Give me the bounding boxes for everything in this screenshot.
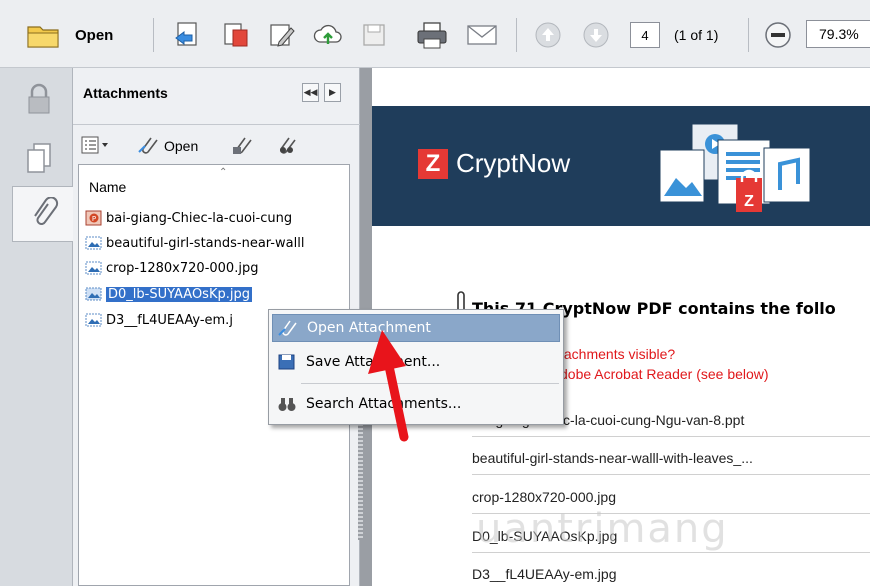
notice-line-1: tachments visible? [560,346,676,362]
attachment-name: D0_lb-SUYAAOsKp.jpg [106,286,252,302]
save-icon [276,352,298,372]
next-page-icon[interactable] [578,16,614,54]
page-count: (1 of 1) [674,27,719,43]
print-icon[interactable] [412,16,452,54]
svg-text:P: P [92,215,96,223]
binoculars-icon [276,394,298,414]
menu-item-label: Save Attachment... [306,354,441,370]
svg-text:Z: Z [744,193,754,210]
attachment-name: beautiful-girl-stands-near-walll [106,235,305,251]
navigation-rail [0,68,74,586]
edit-text-icon[interactable] [264,16,300,54]
collapse-panel-icon[interactable]: ◀◀ [302,83,319,102]
menu-item-save-attachment[interactable]: Save Attachment... [272,348,560,376]
options-menu-icon[interactable] [81,134,111,156]
panel-divider [73,124,360,125]
create-pdf-icon[interactable] [170,16,206,54]
panel-title: Attachments [83,85,168,101]
attachment-name: crop-1280x720-000.jpg [106,260,259,276]
main-toolbar: Open 4 (1 of 1) 79.3% [0,0,870,68]
zoom-out-icon[interactable] [760,16,796,54]
watermark-text: uantrimang [476,506,729,552]
attachment-row[interactable]: P bai-giang-Chiec-la-cuoi-cung [85,207,349,229]
folder-open-icon[interactable] [24,16,64,54]
combine-files-icon[interactable] [218,16,254,54]
open-button[interactable]: Open [75,27,113,44]
image-file-icon [85,236,102,250]
file-types-illustration-icon: Z [659,123,811,212]
row-divider [472,552,870,553]
name-column-header[interactable]: Name [89,179,126,195]
security-lock-icon[interactable] [12,72,66,128]
cloud-upload-icon[interactable] [310,16,346,54]
open-attachment-icon[interactable] [137,134,161,156]
save-icon[interactable] [356,16,392,54]
image-file-icon [85,313,102,327]
row-divider [472,474,870,475]
cryptnow-logo-mark: Z [418,148,448,179]
attachment-row-selected[interactable]: D0_lb-SUYAAOsKp.jpg [85,283,349,305]
document-attachment-link[interactable]: D3__fL4UEAAy-em.jpg [472,566,616,582]
panel-open-button[interactable]: Open [164,138,198,154]
menu-item-search-attachments[interactable]: Search Attachments... [272,390,560,418]
attachments-paperclip-icon[interactable] [12,186,74,242]
menu-item-open-attachment[interactable]: Open Attachment [272,314,560,342]
email-icon[interactable] [462,16,502,54]
image-file-icon [85,261,102,275]
zoom-level-input[interactable]: 79.3% [806,20,870,48]
document-attachment-link[interactable]: beautiful-girl-stands-near-walll-with-le… [472,450,753,466]
cryptnow-logo: Z CryptNow [418,148,570,179]
expand-panel-icon[interactable]: ▶ [324,83,341,102]
attachment-row[interactable]: beautiful-girl-stands-near-walll [85,232,349,254]
open-attachment-icon [277,318,299,338]
brand-name: CryptNow [456,148,571,178]
ppt-file-icon: P [85,210,102,226]
previous-page-icon[interactable] [530,16,566,54]
notice-line-2: dobe Acrobat Reader (see below) [560,366,769,382]
save-attachment-icon[interactable] [231,134,255,156]
menu-item-label: Search Attachments... [306,396,462,412]
toolbar-separator [516,18,517,52]
row-divider [472,436,870,437]
attachment-name: D3__fL4UEAAy-em.j [106,312,233,328]
page-number-input[interactable]: 4 [630,22,660,48]
menu-separator [301,383,559,384]
context-menu: Open Attachment Save Attachment... Searc… [268,309,564,425]
sort-caret-icon[interactable]: ⌃ [219,167,227,178]
panel-resize-handle[interactable] [358,410,363,540]
toolbar-separator [748,18,749,52]
attachment-row[interactable]: crop-1280x720-000.jpg [85,257,349,279]
attachment-name: bai-giang-Chiec-la-cuoi-cung [106,210,293,226]
pages-thumbnails-icon[interactable] [12,130,66,186]
document-attachment-link[interactable]: crop-1280x720-000.jpg [472,489,616,505]
toolbar-separator [153,18,154,52]
menu-item-label: Open Attachment [307,320,431,336]
image-file-icon [85,287,102,301]
search-attachments-icon[interactable] [275,134,299,156]
